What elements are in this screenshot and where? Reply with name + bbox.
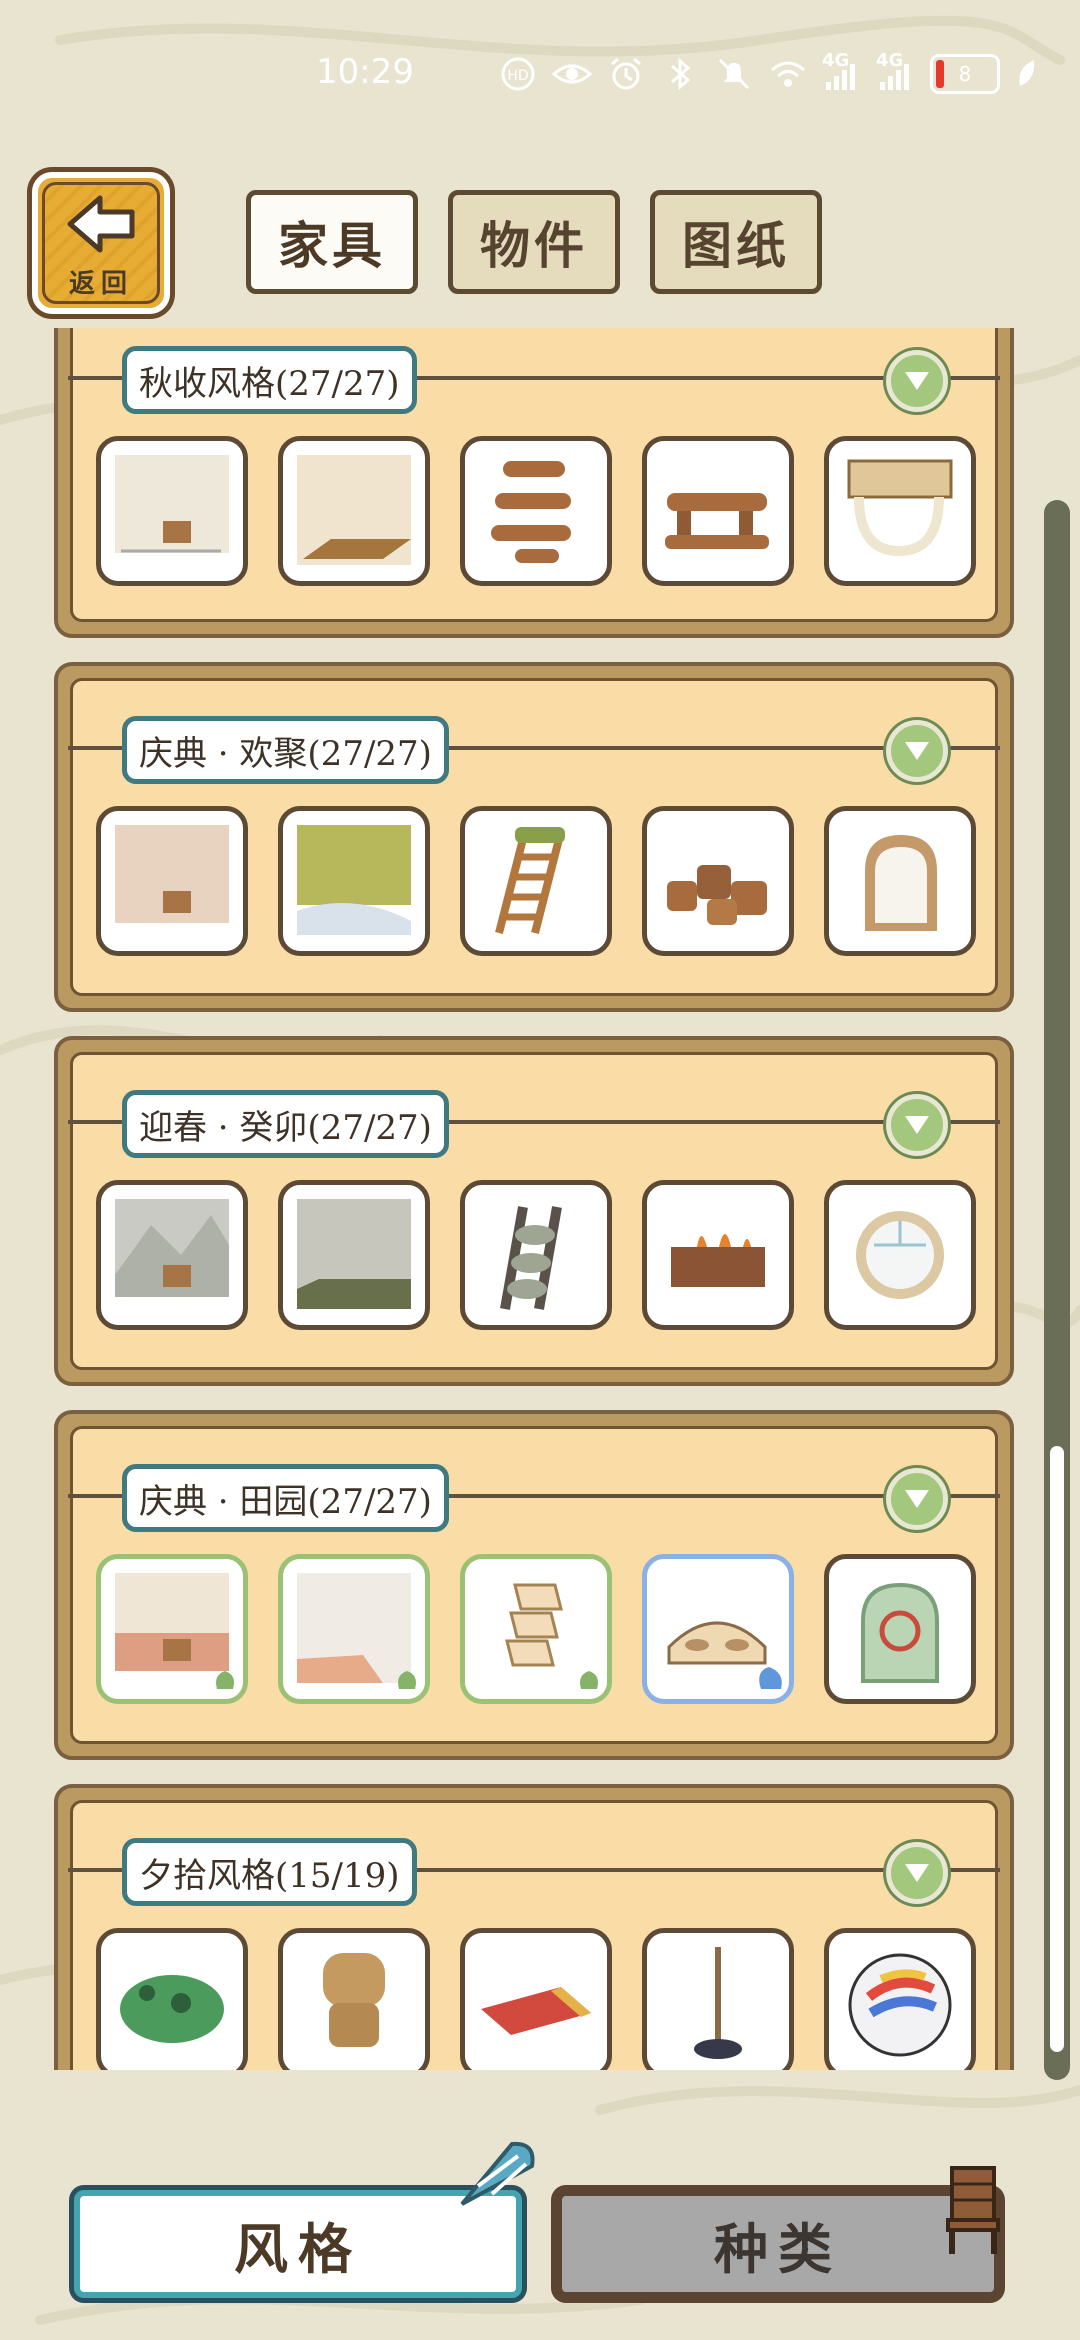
furniture-item-log-bench[interactable]	[642, 436, 794, 586]
collapse-toggle[interactable]	[886, 1094, 948, 1156]
furniture-item-floor[interactable]	[278, 1180, 430, 1330]
scrollbar-thumb[interactable]	[1050, 1446, 1064, 2052]
furniture-item-wallpaper[interactable]	[96, 436, 248, 586]
chevron-down-icon	[905, 1490, 929, 1508]
furniture-item-barrels[interactable]	[642, 806, 794, 956]
furniture-item-floor[interactable]	[278, 436, 430, 586]
back-arrow-icon	[67, 195, 135, 253]
furniture-item-marble[interactable]	[824, 1928, 976, 2070]
tab-furniture[interactable]: 家具	[246, 190, 418, 294]
style-group-autumn: 秋收风格(27/27)	[54, 328, 1014, 638]
type-filter-button[interactable]: 种类	[556, 2190, 1000, 2298]
tab-objects[interactable]: 物件	[448, 190, 620, 294]
mute-icon	[714, 56, 754, 92]
chevron-down-icon	[905, 372, 929, 390]
seashell-icon	[460, 2141, 535, 2206]
furniture-item-log-ladder[interactable]	[460, 436, 612, 586]
furniture-item-frog-stone[interactable]	[96, 1928, 248, 2070]
style-group-title: 庆典 · 田园(27/27)	[122, 1464, 449, 1532]
furniture-item-rug[interactable]	[460, 1928, 612, 2070]
furniture-item-ladder[interactable]	[460, 806, 612, 956]
chevron-down-icon	[905, 742, 929, 760]
style-list[interactable]: 秋收风格(27/27) 庆典 · 欢聚(27/27) 迎春 · 癸卯(27/27…	[50, 328, 1020, 2070]
back-button[interactable]: 返回	[32, 172, 170, 314]
furniture-item-green-window[interactable]	[824, 1554, 976, 1704]
style-group-xishi: 夕拾风格(15/19)	[54, 1784, 1014, 2070]
furniture-item-lamp-pole[interactable]	[642, 1928, 794, 2070]
collapse-toggle[interactable]	[886, 720, 948, 782]
hd-icon: HD	[498, 56, 538, 92]
style-group-title: 夕拾风格(15/19)	[122, 1838, 417, 1906]
eye-icon	[551, 56, 593, 92]
style-group-title: 秋收风格(27/27)	[122, 346, 417, 414]
furniture-item-arch-bench-selected[interactable]	[642, 1554, 794, 1704]
furniture-item-wallpaper-placed[interactable]	[96, 1554, 248, 1704]
chair-icon	[946, 2166, 1000, 2254]
style-group-celebration-pastoral: 庆典 · 田园(27/27)	[54, 1410, 1014, 1760]
style-group-title: 迎春 · 癸卯(27/27)	[122, 1090, 449, 1158]
furniture-item-frog-statue[interactable]	[278, 1928, 430, 2070]
svg-text:HD: HD	[507, 68, 528, 84]
style-group-spring-guimao: 迎春 · 癸卯(27/27)	[54, 1036, 1014, 1386]
furniture-item-round-window[interactable]	[824, 1180, 976, 1330]
status-bar: 10:29 HD 4G 4G 8	[0, 0, 1080, 150]
signal-icon-1: 4G	[822, 50, 862, 92]
furniture-item-arch-window[interactable]	[824, 806, 976, 956]
chevron-down-icon	[905, 1116, 929, 1134]
status-time: 10:29	[316, 52, 414, 92]
furniture-item-swing[interactable]	[824, 436, 976, 586]
bluetooth-icon	[660, 56, 700, 92]
style-group-celebration-gathering: 庆典 · 欢聚(27/27)	[54, 662, 1014, 1012]
battery-indicator: 8	[930, 54, 1000, 94]
collapse-toggle[interactable]	[886, 1468, 948, 1530]
back-label: 返回	[68, 269, 133, 299]
furniture-item-stairs-placed[interactable]	[460, 1554, 612, 1704]
style-group-title: 庆典 · 欢聚(27/27)	[122, 716, 449, 784]
furniture-item-firepit[interactable]	[642, 1180, 794, 1330]
signal-icon-2: 4G	[876, 50, 916, 92]
collapse-toggle[interactable]	[886, 350, 948, 412]
status-icons: HD 4G 4G 8	[498, 50, 1040, 94]
furniture-item-floor[interactable]	[278, 806, 430, 956]
furniture-item-wallpaper[interactable]	[96, 806, 248, 956]
furniture-item-stone-ladder[interactable]	[460, 1180, 612, 1330]
furniture-item-wallpaper[interactable]	[96, 1180, 248, 1330]
chevron-down-icon	[905, 1864, 929, 1882]
collapse-toggle[interactable]	[886, 1842, 948, 1904]
wifi-icon	[768, 56, 808, 92]
tab-blueprints[interactable]: 图纸	[650, 190, 822, 294]
alarm-icon	[606, 56, 646, 92]
furniture-item-floor-placed[interactable]	[278, 1554, 430, 1704]
leaf-icon	[1014, 56, 1040, 92]
